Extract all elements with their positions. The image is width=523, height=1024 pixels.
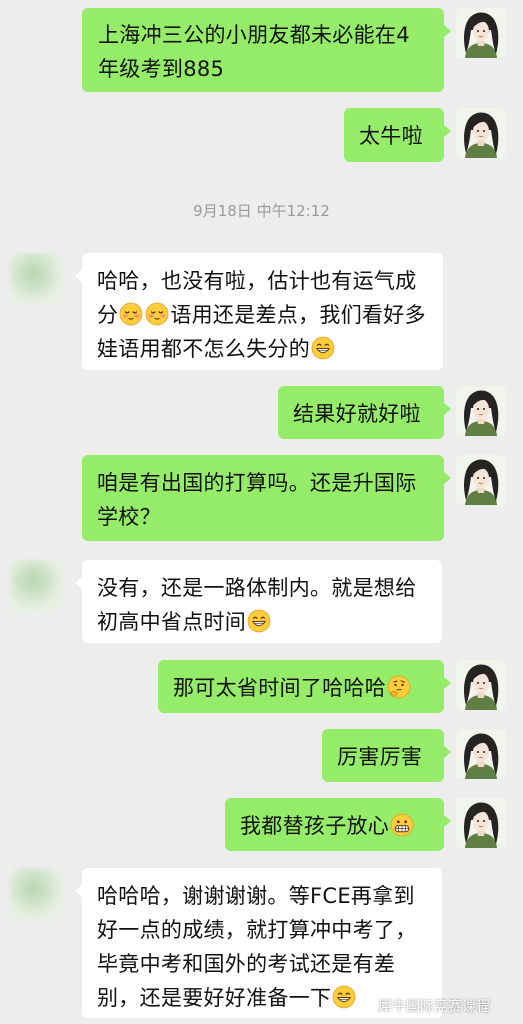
- user-avatar[interactable]: [456, 108, 506, 158]
- chat-timestamp: 9月18日 中午12:12: [193, 202, 330, 220]
- message-bubble-other[interactable]: 没有，还是一路体制内。就是想给初高中省点时间: [75, 560, 442, 643]
- message-text: 太牛啦: [359, 124, 423, 148]
- user-avatar[interactable]: [456, 8, 506, 58]
- user-avatar[interactable]: [456, 729, 506, 779]
- message-text: 咱是有出国的打算吗。还是升国际学校？: [97, 471, 417, 529]
- grimace-emoji-icon: [390, 813, 414, 837]
- user-avatar[interactable]: [456, 660, 506, 710]
- wechat-official-account-icon: [353, 996, 373, 1016]
- user-avatar[interactable]: [456, 798, 506, 848]
- grin-emoji-icon: [311, 336, 335, 360]
- contact-avatar[interactable]: [10, 560, 62, 612]
- message-bubble-self[interactable]: 结果好就好啦: [278, 386, 451, 439]
- message-bubble-self[interactable]: 厉害厉害: [322, 729, 451, 782]
- message-bubble-other[interactable]: 哈哈，也没有啦，估计也有运气成分 语用还是差点，我们看好多娃语用都不怎么失分的: [75, 253, 443, 370]
- message-bubble-self[interactable]: 那可太省时间了哈哈哈: [158, 660, 451, 713]
- watermark-text: 犀牛国际竞赛课程: [378, 999, 490, 1015]
- message-text: 哈哈哈，谢谢谢谢。等FCE再拿到好一点的成绩，就打算冲中考了，毕竟中考和国外的考…: [97, 884, 417, 1010]
- message-text: 上海冲三公的小朋友都未必能在4年级考到885: [98, 23, 410, 81]
- message-bubble-self[interactable]: 太牛啦: [344, 108, 451, 162]
- shy-emoji-icon: [119, 302, 143, 326]
- message-text: 我都替孩子放心: [240, 814, 390, 838]
- contact-avatar[interactable]: [10, 868, 62, 920]
- message-text: 厉害厉害: [337, 745, 423, 769]
- message-bubble-self[interactable]: 上海冲三公的小朋友都未必能在4年级考到885: [82, 8, 451, 92]
- contact-avatar[interactable]: [10, 253, 62, 305]
- thinking-emoji-icon: [387, 675, 411, 699]
- grin-emoji-icon: [247, 609, 271, 633]
- message-bubble-self[interactable]: 咱是有出国的打算吗。还是升国际学校？: [82, 455, 451, 541]
- user-avatar[interactable]: [456, 455, 506, 505]
- shy-emoji-icon: [145, 302, 169, 326]
- message-text: 结果好就好啦: [293, 402, 421, 426]
- user-avatar[interactable]: [456, 386, 506, 436]
- watermark: 犀牛国际竞赛课程: [352, 993, 522, 1019]
- message-bubble-self[interactable]: 我都替孩子放心: [225, 798, 451, 851]
- message-text: 那可太省时间了哈哈哈: [173, 676, 386, 700]
